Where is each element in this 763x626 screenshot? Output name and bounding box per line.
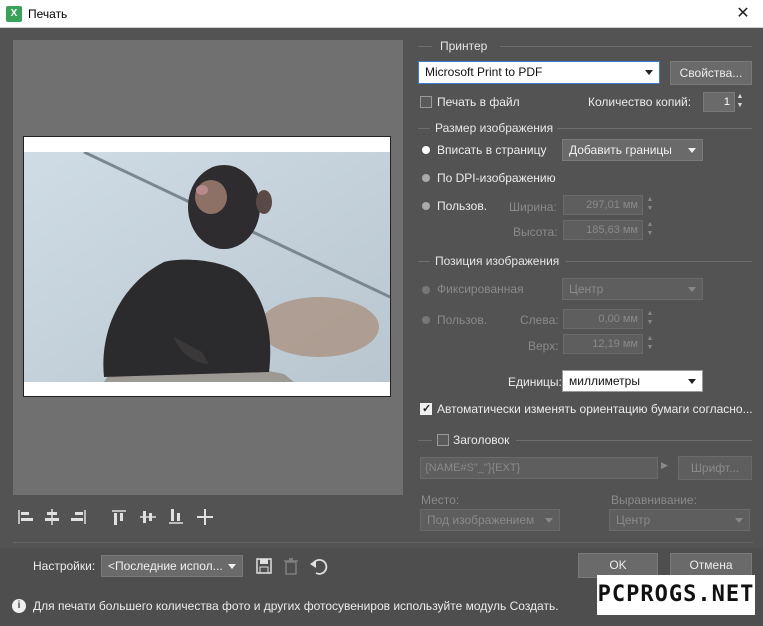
title-bar: X Печать ✕ xyxy=(0,0,763,28)
chevron-down-icon xyxy=(645,70,653,75)
custom-size-label: Пользов. xyxy=(437,199,488,213)
divider xyxy=(566,261,752,262)
place-select[interactable]: Под изображением xyxy=(420,509,560,531)
alignment-label: Выравнивание: xyxy=(611,493,697,507)
left-offset-stepper[interactable]: ▲ ▼ xyxy=(645,309,655,329)
custom-position-radio[interactable] xyxy=(422,316,430,324)
align-center-h-icon[interactable] xyxy=(41,506,63,528)
top-offset-input[interactable]: 12,19 мм xyxy=(563,334,643,354)
fixed-position-select[interactable]: Центр xyxy=(562,278,703,300)
divider xyxy=(557,128,752,129)
align-left-icon[interactable] xyxy=(14,506,36,528)
top-offset-label: Верх: xyxy=(528,339,559,353)
align-center-icon[interactable] xyxy=(194,506,216,528)
height-label: Высота: xyxy=(513,225,558,239)
trash-icon[interactable] xyxy=(281,556,301,576)
chevron-down-icon xyxy=(735,518,743,523)
place-value: Под изображением xyxy=(427,513,535,527)
undo-icon[interactable] xyxy=(308,556,328,576)
width-stepper[interactable]: ▲ ▼ xyxy=(645,195,655,215)
print-to-file-label: Печать в файл xyxy=(437,95,520,109)
fixed-position-label: Фиксированная xyxy=(437,282,524,296)
copies-label: Количество копий: xyxy=(588,95,692,109)
chevron-down-icon xyxy=(688,287,696,292)
image-size-section-label: Размер изображения xyxy=(435,121,554,135)
header-template-input[interactable]: {NAME#S"_"}{EXT} xyxy=(420,457,658,479)
units-select[interactable]: миллиметры xyxy=(562,370,703,392)
height-stepper[interactable]: ▲ ▼ xyxy=(645,220,655,240)
left-offset-label: Слева: xyxy=(520,313,559,327)
save-icon[interactable] xyxy=(254,556,274,576)
width-label: Ширина: xyxy=(509,200,557,214)
copies-stepper[interactable]: ▲ ▼ xyxy=(735,92,745,112)
fit-mode-value: Добавить границы xyxy=(569,143,672,157)
alignment-select[interactable]: Центр xyxy=(609,509,750,531)
fit-page-label: Вписать в страницу xyxy=(437,143,547,157)
divider xyxy=(418,46,432,47)
alignment-value: Центр xyxy=(616,513,651,527)
by-dpi-label: По DPI-изображению xyxy=(437,171,556,185)
settings-preset-select[interactable]: <Последние испол... xyxy=(101,555,243,577)
custom-position-label: Пользов. xyxy=(437,313,488,327)
fit-mode-select[interactable]: Добавить границы xyxy=(562,139,703,161)
chevron-down-icon xyxy=(688,148,696,153)
printer-section-label: Принтер xyxy=(440,39,488,53)
window-title: Печать xyxy=(28,7,68,21)
by-dpi-radio[interactable] xyxy=(422,174,430,182)
divider xyxy=(418,261,430,262)
printer-select-value: Microsoft Print to PDF xyxy=(425,65,543,79)
divider xyxy=(516,440,752,441)
divider xyxy=(13,542,753,543)
info-icon: i xyxy=(12,599,26,613)
copies-input[interactable]: 1 xyxy=(703,92,735,112)
width-input[interactable]: 297,01 мм xyxy=(563,195,643,215)
printer-properties-button[interactable]: Свойства... xyxy=(670,61,752,85)
align-center-v-icon[interactable] xyxy=(137,506,159,528)
height-input[interactable]: 185,63 мм xyxy=(563,220,643,240)
app-logo-icon: X xyxy=(6,6,22,22)
fixed-position-radio[interactable] xyxy=(422,286,430,294)
settings-preset-value: <Последние испол... xyxy=(108,559,223,573)
divider xyxy=(418,128,430,129)
divider xyxy=(500,46,752,47)
align-right-icon[interactable] xyxy=(68,506,90,528)
fit-page-radio[interactable] xyxy=(422,146,430,154)
font-button[interactable]: Шрифт... xyxy=(678,456,752,480)
settings-label: Настройки: xyxy=(33,559,96,573)
fixed-position-value: Центр xyxy=(569,282,604,296)
watermark-logo: PCPROGS.NET xyxy=(597,575,755,615)
align-bottom-icon[interactable] xyxy=(165,506,187,528)
print-to-file-checkbox[interactable] xyxy=(420,96,432,108)
top-offset-stepper[interactable]: ▲ ▼ xyxy=(645,334,655,354)
left-offset-input[interactable]: 0,00 мм xyxy=(563,309,643,329)
align-top-icon[interactable] xyxy=(108,506,130,528)
auto-orient-label: Автоматически изменять ориентацию бумаги… xyxy=(437,402,753,416)
auto-orient-checkbox[interactable] xyxy=(420,402,432,415)
preview-photo xyxy=(24,152,390,382)
chevron-down-icon xyxy=(545,518,553,523)
close-icon[interactable]: ✕ xyxy=(731,2,755,26)
place-label: Место: xyxy=(421,493,460,507)
chevron-down-icon xyxy=(228,564,236,569)
divider xyxy=(418,440,432,441)
header-checkbox[interactable] xyxy=(437,434,449,446)
chevron-down-icon xyxy=(688,379,696,384)
units-value: миллиметры xyxy=(569,374,640,388)
image-position-section-label: Позиция изображения xyxy=(435,254,560,268)
printer-select[interactable]: Microsoft Print to PDF xyxy=(418,61,660,84)
info-message: Для печати большего количества фото и др… xyxy=(33,599,559,613)
header-label: Заголовок xyxy=(453,433,510,447)
units-label: Единицы: xyxy=(508,375,562,389)
insert-arrow-icon[interactable]: ▶ xyxy=(661,460,668,471)
custom-size-radio[interactable] xyxy=(422,202,430,210)
